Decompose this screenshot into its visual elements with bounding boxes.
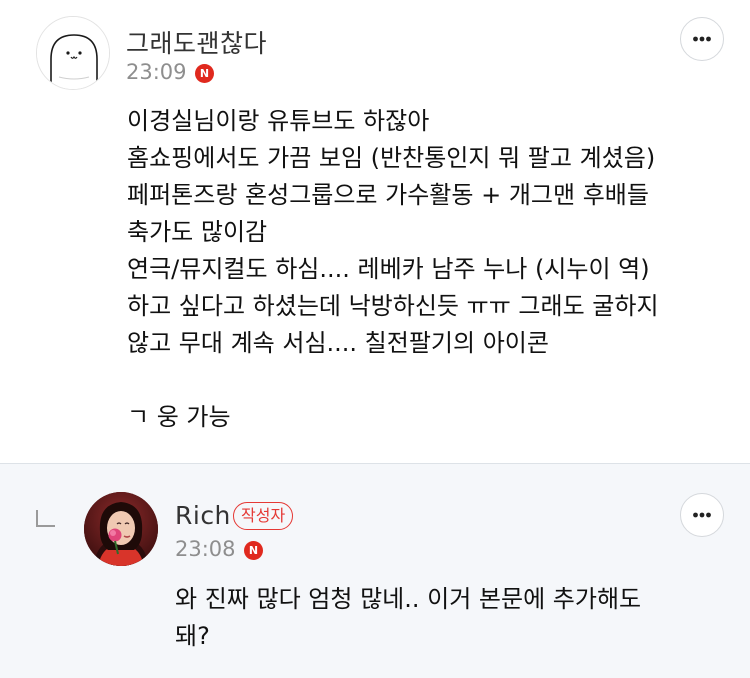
more-options-icon [693, 512, 711, 518]
reply-line: 돼? [175, 622, 210, 650]
more-options-button[interactable] [680, 493, 724, 537]
reply-nickname[interactable]: Rich [175, 501, 231, 530]
new-badge: N [244, 541, 263, 560]
reply-line: 와 진짜 많다 엄청 많네.. 이거 본문에 추가해도 [175, 585, 642, 613]
comment-line: 연극/뮤지컬도 하심.... 레베카 남주 누나 (시누이 역) [127, 255, 650, 283]
more-options-icon [693, 36, 711, 42]
reply-arrow-icon [36, 510, 55, 527]
comment-line [127, 362, 659, 399]
comment-line: 않고 무대 계속 서심.... 칠전팔기의 아이콘 [127, 329, 549, 357]
reply-avatar[interactable] [84, 492, 158, 566]
comment-line: 페퍼톤즈랑 혼성그룹으로 가수활동 + 개그맨 후배들 [127, 181, 649, 209]
comment-item: 그래도괜찮다 23:09 N 이경실님이랑 유튜브도 하잖아 홈쇼핑에서도 가끔… [0, 0, 750, 463]
reply-time: 23:08 [175, 537, 236, 561]
reply-body: 와 진짜 많다 엄청 많네.. 이거 본문에 추가해도 돼? [175, 581, 641, 655]
comment-line: 홈쇼핑에서도 가끔 보임 (반찬통인지 뭐 팔고 계셨음) [127, 144, 656, 172]
cartoon-face-avatar-icon [37, 17, 109, 89]
new-badge: N [195, 64, 214, 83]
author-badge: 작성자 [233, 502, 294, 530]
comment-time: 23:09 [126, 60, 187, 84]
comment-line: ㄱ 웅 가능 [127, 403, 231, 431]
comment-line: 축가도 많이감 [127, 218, 268, 246]
comment-line: 이경실님이랑 유튜브도 하잖아 [127, 107, 430, 135]
comment-line: 하고 싶다고 하셨는데 낙방하신듯 ㅠㅠ 그래도 굴하지 [127, 292, 659, 320]
commenter-avatar[interactable] [36, 16, 110, 90]
comment-body: 이경실님이랑 유튜브도 하잖아 홈쇼핑에서도 가끔 보임 (반찬통인지 뭐 팔고… [127, 103, 659, 436]
commenter-nickname[interactable]: 그래도괜찮다 [126, 24, 267, 60]
more-options-button[interactable] [680, 17, 724, 61]
profile-photo-avatar [84, 492, 158, 566]
